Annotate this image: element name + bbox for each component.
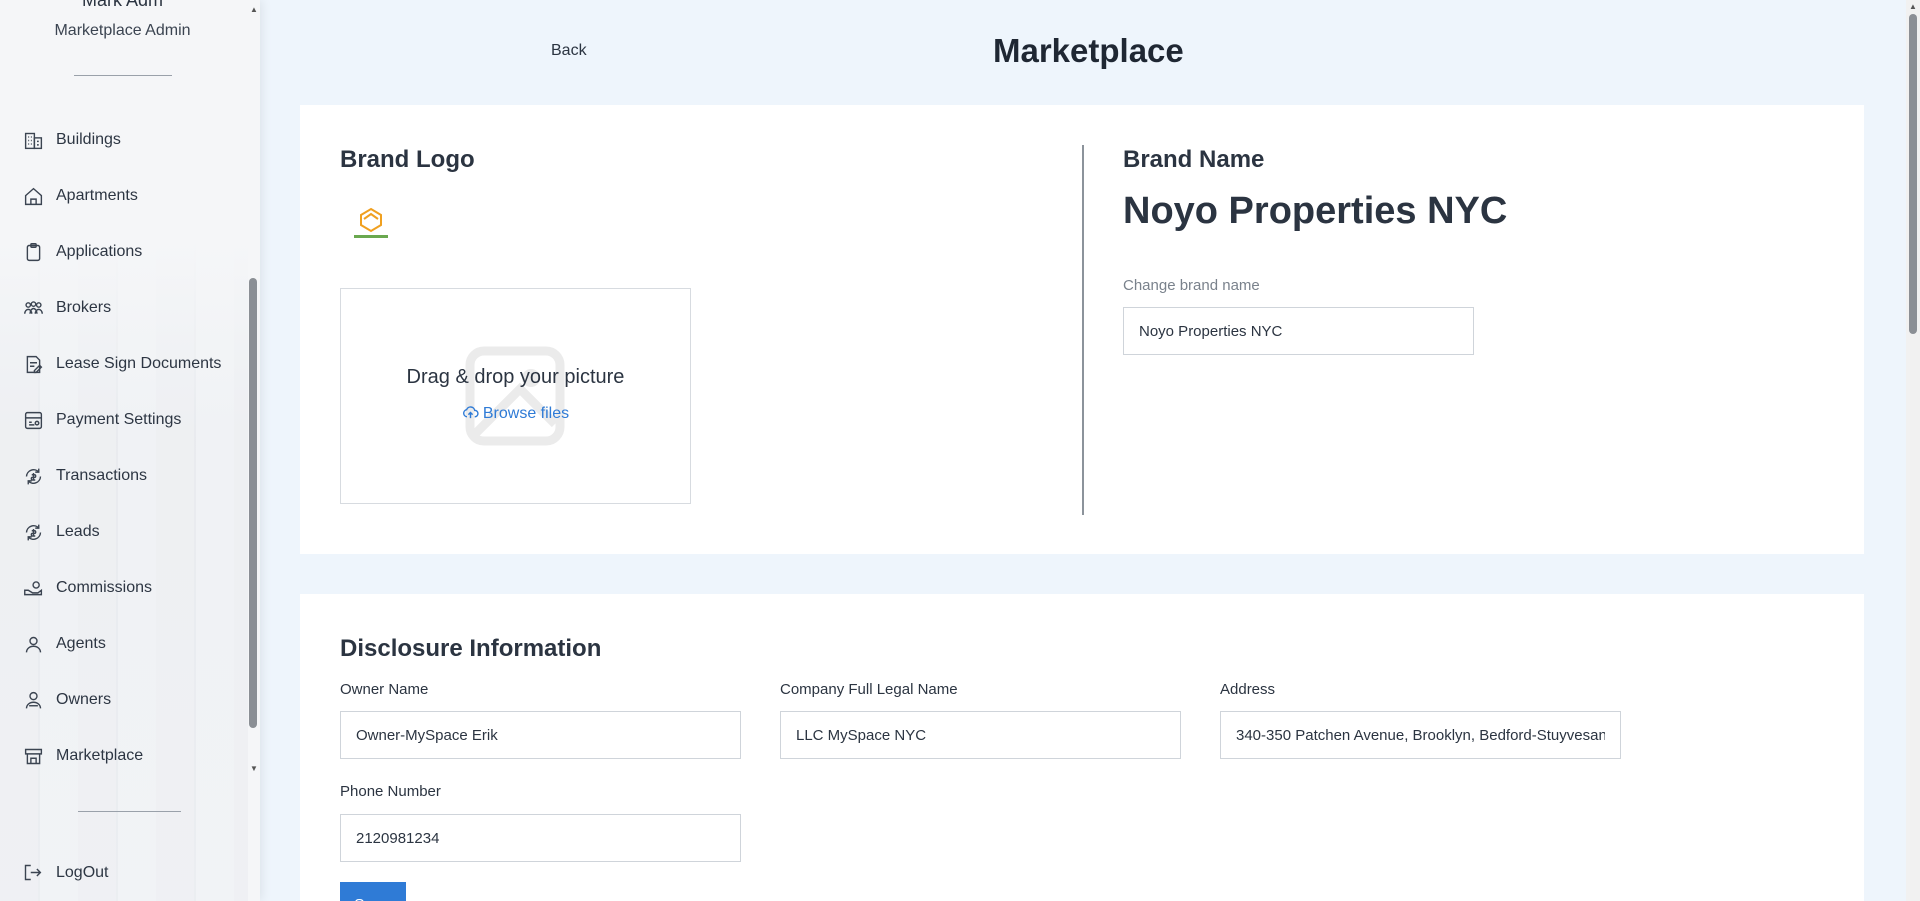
main-scrollbar-thumb[interactable] bbox=[1909, 14, 1917, 334]
cloud-upload-icon bbox=[462, 406, 479, 419]
transactions-icon bbox=[22, 465, 44, 487]
sidebar-nav: Buildings Apartments Applications Broker… bbox=[0, 112, 248, 784]
payment-settings-icon bbox=[22, 409, 44, 431]
sidebar-divider bbox=[74, 75, 172, 76]
disclosure-card: Disclosure Information Owner Name Compan… bbox=[300, 594, 1864, 901]
sidebar-item-label: Commissions bbox=[56, 579, 153, 596]
brand-name-input[interactable] bbox=[1123, 307, 1474, 355]
leads-icon bbox=[22, 521, 44, 543]
dropzone-text: Drag & drop your picture bbox=[406, 366, 625, 388]
address-label: Address bbox=[1220, 681, 1276, 698]
change-brand-name-label: Change brand name bbox=[1123, 277, 1260, 294]
sidebar-item-apartments[interactable]: Apartments bbox=[0, 168, 248, 224]
sidebar-item-label: Marketplace bbox=[56, 747, 144, 764]
sidebar-item-label: Leads bbox=[56, 523, 100, 540]
document-sign-icon bbox=[22, 353, 44, 375]
sidebar-item-marketplace[interactable]: Marketplace bbox=[0, 728, 248, 784]
sidebar-item-lease-sign-documents[interactable]: Lease Sign Documents bbox=[0, 336, 248, 392]
owner-icon bbox=[22, 689, 44, 711]
sidebar-scrollbar-thumb[interactable] bbox=[249, 278, 257, 728]
company-name-label: Company Full Legal Name bbox=[780, 681, 958, 698]
brand-name-display: Noyo Properties NYC bbox=[1123, 190, 1508, 232]
home-icon bbox=[22, 185, 44, 207]
scroll-down-icon[interactable]: ▼ bbox=[250, 764, 258, 773]
owner-name-input[interactable] bbox=[340, 711, 741, 759]
scroll-up-icon[interactable]: ▲ bbox=[250, 5, 258, 14]
sidebar-item-label: Transactions bbox=[56, 467, 147, 484]
sidebar-item-label: Buildings bbox=[56, 131, 121, 148]
main-scrollbar[interactable]: ▲ bbox=[1906, 0, 1920, 901]
sidebar-item-label: Lease Sign Documents bbox=[56, 355, 222, 372]
company-name-input[interactable] bbox=[780, 711, 1181, 759]
sidebar-item-applications[interactable]: Applications bbox=[0, 224, 248, 280]
brand-name-title: Brand Name bbox=[1123, 146, 1265, 173]
logo-icon bbox=[354, 207, 388, 238]
brand-logo-image bbox=[350, 205, 392, 245]
vertical-divider bbox=[1082, 145, 1084, 515]
sidebar-scrollbar[interactable]: ▲ ▼ bbox=[248, 0, 260, 780]
user-name: Mark Adm bbox=[81, 0, 164, 10]
sidebar-item-owners[interactable]: Owners bbox=[0, 672, 248, 728]
sidebar-item-brokers[interactable]: Brokers bbox=[0, 280, 248, 336]
commissions-icon bbox=[22, 577, 44, 599]
sidebar-divider bbox=[78, 811, 181, 812]
phone-number-label: Phone Number bbox=[340, 783, 441, 800]
logout-label: LogOut bbox=[56, 864, 109, 881]
phone-number-input[interactable] bbox=[340, 814, 741, 862]
page-title: Marketplace bbox=[993, 32, 1184, 69]
marketplace-icon bbox=[22, 745, 44, 767]
sidebar-item-label: Owners bbox=[56, 691, 112, 708]
browse-files-label: Browse files bbox=[482, 405, 570, 422]
sidebar-item-leads[interactable]: Leads bbox=[0, 504, 248, 560]
sidebar-item-label: Applications bbox=[56, 243, 143, 260]
image-dropzone[interactable]: Drag & drop your picture Browse files bbox=[340, 288, 691, 504]
sidebar-item-buildings[interactable]: Buildings bbox=[0, 112, 248, 168]
sidebar-item-transactions[interactable]: Transactions bbox=[0, 448, 248, 504]
agent-icon bbox=[22, 633, 44, 655]
address-input[interactable] bbox=[1220, 711, 1621, 759]
browse-files-button[interactable]: Browse files bbox=[341, 404, 690, 423]
logout-button[interactable]: LogOut bbox=[0, 845, 248, 901]
sidebar-item-payment-settings[interactable]: Payment Settings bbox=[0, 392, 248, 448]
sidebar-item-label: Agents bbox=[56, 635, 106, 652]
logout-icon bbox=[22, 862, 44, 884]
brokers-icon bbox=[22, 297, 44, 319]
sidebar-item-label: Brokers bbox=[56, 299, 112, 316]
image-placeholder-icon bbox=[465, 346, 565, 446]
buildings-icon bbox=[22, 129, 44, 151]
user-role: Marketplace Admin bbox=[54, 22, 191, 39]
disclosure-title: Disclosure Information bbox=[340, 635, 602, 662]
owner-name-label: Owner Name bbox=[340, 681, 429, 698]
sidebar-item-commissions[interactable]: Commissions bbox=[0, 560, 248, 616]
sidebar: Mark Adm Marketplace Admin Buildings Apa… bbox=[0, 0, 260, 901]
save-button[interactable]: S bbox=[340, 882, 406, 901]
brand-card: Brand Logo Drag & drop your picture Brow… bbox=[300, 105, 1864, 554]
brand-logo-title: Brand Logo bbox=[340, 146, 475, 173]
clipboard-icon bbox=[22, 241, 44, 263]
back-link[interactable]: Back bbox=[551, 42, 587, 60]
sidebar-item-agents[interactable]: Agents bbox=[0, 616, 248, 672]
sidebar-item-label: Apartments bbox=[56, 187, 138, 204]
scroll-up-icon[interactable]: ▲ bbox=[1909, 2, 1917, 11]
sidebar-item-label: Payment Settings bbox=[56, 411, 182, 428]
